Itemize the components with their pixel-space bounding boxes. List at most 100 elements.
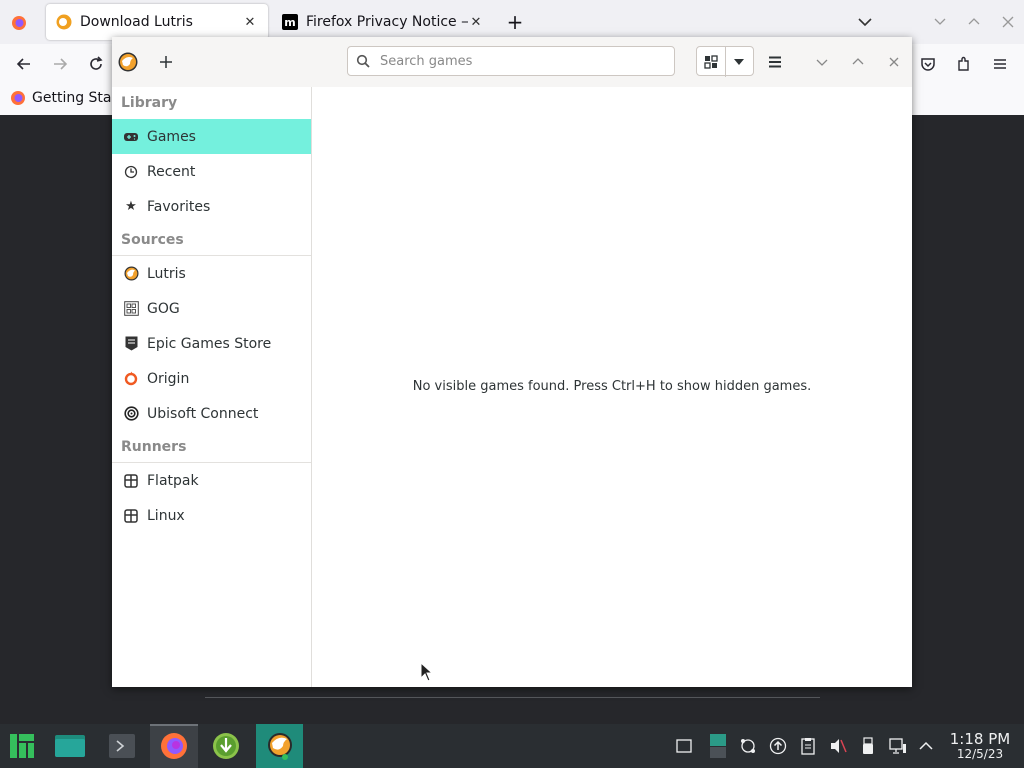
sidebar-item-origin[interactable]: Origin (112, 361, 311, 396)
hamburger-menu-icon[interactable] (986, 50, 1014, 78)
firefox-icon (161, 733, 187, 759)
back-arrow-icon[interactable] (10, 50, 38, 78)
list-tabs-chevron-icon[interactable] (856, 12, 874, 32)
search-games-field[interactable] (347, 46, 675, 76)
terminal-button[interactable] (100, 724, 144, 768)
mozilla-favicon-icon: m (282, 14, 298, 30)
file-manager-button[interactable] (48, 724, 92, 768)
sidebar-item-linux[interactable]: Linux (112, 498, 311, 533)
pager-icon[interactable] (708, 732, 728, 760)
reload-icon[interactable] (82, 50, 110, 78)
search-input[interactable] (378, 52, 662, 70)
clock-date: 12/5/23 (956, 747, 1004, 761)
tray-expand-chevron-icon[interactable] (916, 736, 936, 756)
runner-icon (123, 508, 139, 524)
sidebar-item-favorites[interactable]: ★ Favorites (112, 189, 311, 224)
forward-arrow-icon[interactable] (46, 50, 74, 78)
add-game-button[interactable] (156, 52, 176, 72)
network-share-icon[interactable] (738, 736, 758, 756)
clock[interactable]: 1:18 PM 12/5/23 (944, 731, 1016, 761)
sidebar-item-gog[interactable]: GOG (112, 291, 311, 326)
lutris-icon (268, 733, 292, 760)
lutris-window: Library Games Recent ★ Favorites Sources… (112, 37, 912, 687)
close-tab-icon[interactable]: ✕ (468, 15, 484, 30)
close-tab-icon[interactable]: ✕ (242, 15, 258, 30)
minimize-icon[interactable] (932, 14, 948, 30)
sidebar-item-recent[interactable]: Recent (112, 154, 311, 189)
tab-label: Firefox Privacy Notice — M (306, 14, 468, 30)
terminal-icon (109, 734, 135, 758)
application-launcher[interactable] (0, 724, 44, 768)
firefox-icon (11, 91, 25, 105)
main-menu-button[interactable] (764, 47, 786, 77)
grid-view-button[interactable] (697, 47, 726, 77)
hamburger-menu-icon (769, 56, 781, 68)
lutris-icon (123, 266, 139, 282)
mouse-cursor (420, 661, 434, 682)
bookmark-getting-started[interactable]: Getting Start (10, 90, 123, 106)
sidebar-item-ubisoft[interactable]: Ubisoft Connect (112, 396, 311, 431)
firefox-taskbar-button[interactable] (152, 724, 196, 768)
download-manager-button[interactable] (204, 724, 248, 768)
update-icon[interactable] (768, 736, 788, 756)
lutris-logo-icon[interactable] (118, 52, 138, 72)
close-window-icon[interactable] (1000, 14, 1016, 30)
tab-privacy-notice[interactable]: m Firefox Privacy Notice — M ✕ (272, 4, 494, 40)
sidebar-item-lutris[interactable]: Lutris (112, 256, 311, 291)
section-title-library: Library (121, 95, 178, 111)
extensions-icon[interactable] (950, 50, 978, 78)
empty-state-message: No visible games found. Press Ctrl+H to … (412, 379, 812, 394)
section-title-sources: Sources (121, 232, 184, 248)
runner-icon (123, 473, 139, 489)
tab-label: Download Lutris (80, 14, 193, 30)
view-toggle-group (696, 46, 754, 77)
volume-muted-icon[interactable] (828, 736, 848, 756)
sidebar-item-label: Origin (147, 370, 190, 387)
download-icon (213, 733, 239, 759)
ubisoft-icon (123, 406, 139, 422)
sidebar-item-epic[interactable]: Epic Games Store (112, 326, 311, 361)
new-tab-button[interactable]: + (504, 10, 526, 34)
game-list-area: No visible games found. Press Ctrl+H to … (312, 87, 912, 687)
sidebar-item-label: Flatpak (147, 472, 199, 489)
sidebar-item-label: Epic Games Store (147, 335, 272, 352)
lutris-header-bar (112, 37, 912, 88)
sidebar-item-label: Games (147, 128, 196, 145)
bookmark-label: Getting Start (32, 90, 123, 106)
dropdown-arrow-icon (734, 59, 745, 65)
network-icon[interactable] (888, 736, 908, 756)
maximize-icon[interactable] (848, 47, 868, 77)
minimize-icon[interactable] (812, 47, 832, 77)
clock-time: 1:18 PM (949, 730, 1011, 748)
firefox-view-button[interactable] (8, 12, 30, 34)
usb-device-icon[interactable] (858, 736, 878, 756)
manjaro-icon (10, 734, 34, 758)
search-icon (356, 54, 370, 68)
lutris-taskbar-button[interactable] (258, 724, 302, 768)
tab-download-lutris[interactable]: Download Lutris ✕ (46, 4, 268, 40)
sidebar-item-label: GOG (147, 300, 180, 317)
page-divider (205, 697, 820, 698)
pocket-icon[interactable] (914, 50, 942, 78)
grid-icon (704, 55, 718, 69)
sidebar-item-label: Favorites (147, 198, 211, 215)
sidebar-item-label: Linux (147, 507, 185, 524)
section-title-runners: Runners (121, 439, 187, 455)
maximize-icon[interactable] (966, 14, 982, 30)
lutris-favicon-icon (56, 14, 72, 30)
gamepad-icon (123, 129, 139, 145)
sidebar-item-label: Recent (147, 163, 196, 180)
view-options-dropdown[interactable] (726, 47, 754, 77)
close-icon[interactable] (884, 47, 904, 77)
sidebar: Library Games Recent ★ Favorites Sources… (112, 87, 312, 687)
star-icon: ★ (125, 199, 137, 214)
sidebar-item-games[interactable]: Games (112, 119, 311, 154)
gog-icon (123, 301, 139, 317)
epic-icon (123, 336, 139, 352)
folder-icon (55, 735, 85, 757)
show-desktop-icon[interactable] (674, 736, 694, 756)
firefox-icon (12, 16, 26, 30)
clipboard-icon[interactable] (798, 736, 818, 756)
sidebar-item-label: Ubisoft Connect (147, 405, 259, 422)
sidebar-item-flatpak[interactable]: Flatpak (112, 463, 311, 498)
